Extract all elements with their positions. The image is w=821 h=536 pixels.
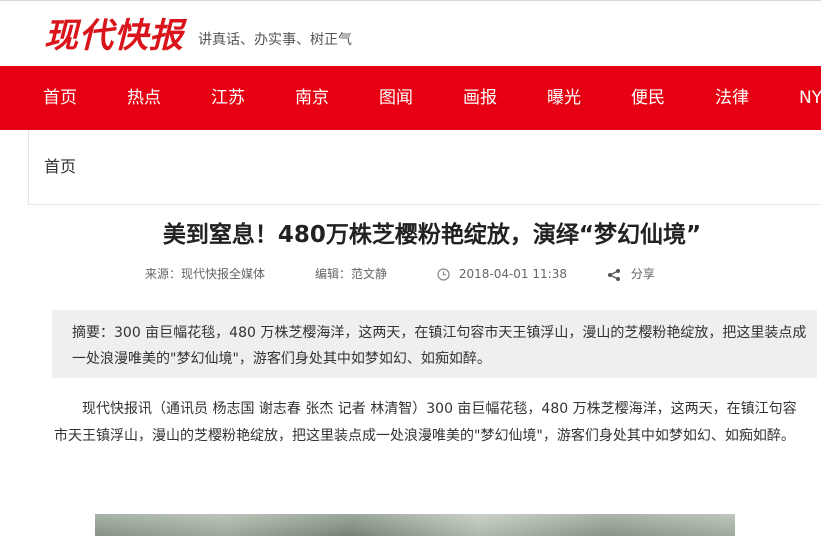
article-photo — [95, 514, 735, 536]
nav-item-exposure[interactable]: 曝光 — [547, 66, 581, 130]
share-button[interactable]: 分享 — [607, 265, 655, 283]
nav-item-jiangsu[interactable]: 江苏 — [211, 66, 245, 130]
article-title: 美到窒息！480万株芝樱粉艳绽放，演绎“梦幻仙境” — [162, 222, 702, 248]
breadcrumb-bar — [28, 130, 821, 205]
clock-icon — [437, 268, 450, 281]
article-summary: 摘要：300 亩巨幅花毯，480 万株芝樱海洋，这两天，在镇江句容市天王镇浮山，… — [72, 325, 807, 367]
nav-item-tuwen[interactable]: 图闻 — [379, 66, 413, 130]
share-icon — [608, 268, 620, 281]
article-photo-shade — [95, 514, 735, 536]
nav-item-nanjing[interactable]: 南京 — [295, 66, 329, 130]
site-logo[interactable]: 现代快报 — [44, 16, 184, 56]
article-source: 来源：现代快报全媒体 — [145, 267, 266, 281]
share-label: 分享 — [630, 267, 655, 281]
article-body-paragraph: 现代快报讯（通讯员 杨志国 谢志春 张杰 记者 林清智）300 亩巨幅花毯，48… — [54, 401, 797, 444]
article-datetime-group: 2018-04-01 11:38 — [437, 265, 567, 283]
nav-item-home[interactable]: 首页 — [43, 66, 77, 130]
article-editor: 编辑：范文静 — [315, 267, 388, 281]
nav-item-bianmin[interactable]: 便民 — [631, 66, 665, 130]
main-nav: 首页 热点 江苏 南京 图闻 画报 曝光 便民 法律 NY — [0, 66, 821, 130]
top-border — [0, 0, 821, 1]
breadcrumb-home[interactable]: 首页 — [44, 156, 76, 178]
nav-item-law[interactable]: 法律 — [715, 66, 749, 130]
nav-item-hot[interactable]: 热点 — [127, 66, 161, 130]
nav-item-huabao[interactable]: 画报 — [463, 66, 497, 130]
site-slogan: 讲真话、办实事、树正气 — [198, 32, 352, 48]
nav-item-ny[interactable]: NY — [799, 66, 821, 130]
article-datetime: 2018-04-01 11:38 — [458, 267, 567, 281]
